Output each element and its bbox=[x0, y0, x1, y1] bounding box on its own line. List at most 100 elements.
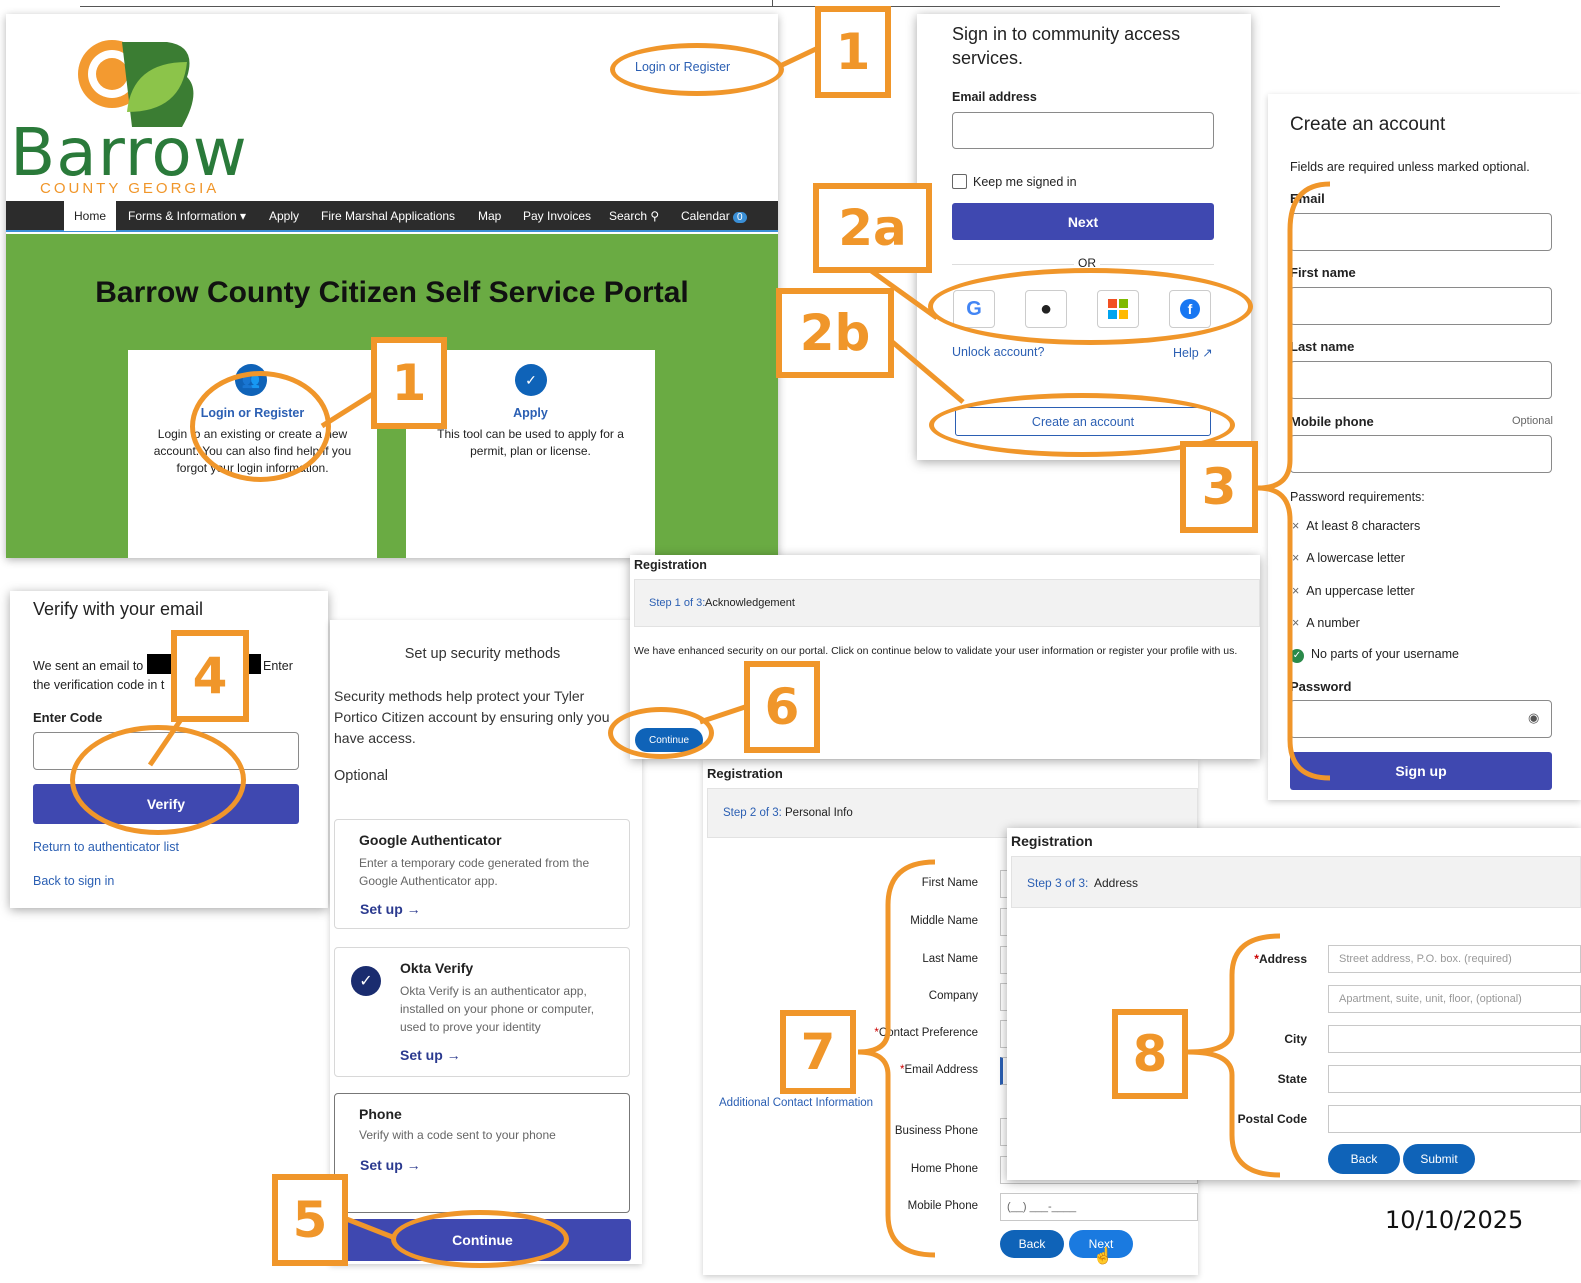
callout-4-label: 4 bbox=[192, 647, 228, 705]
calendar-badge: 0 bbox=[733, 212, 747, 223]
city-field[interactable] bbox=[1328, 1025, 1581, 1053]
optional-label: Optional bbox=[334, 768, 389, 784]
okta-setup-link[interactable]: Set up → bbox=[400, 1047, 461, 1063]
nav-map[interactable]: Map bbox=[478, 209, 501, 223]
arrow-right-icon: → bbox=[446, 1047, 461, 1063]
nav-search[interactable]: Search ⚲ bbox=[609, 209, 659, 223]
callout-2b-label: 2b bbox=[799, 304, 871, 362]
nav-fire-marshal[interactable]: Fire Marshal Applications bbox=[321, 209, 455, 223]
req-item: × A number bbox=[1292, 616, 1360, 630]
callout-2a-label: 2a bbox=[838, 199, 907, 257]
signin-email-field[interactable] bbox=[952, 112, 1214, 149]
ga-setup-link[interactable]: Set up → bbox=[360, 901, 421, 917]
create-mobile-label: Mobile phone bbox=[1290, 414, 1374, 429]
callout-8: 8 bbox=[1112, 1009, 1188, 1099]
callout-7: 7 bbox=[780, 1010, 856, 1094]
phone-desc: Verify with a code sent to your phone bbox=[359, 1128, 556, 1142]
create-optional-label: Optional bbox=[1512, 415, 1553, 427]
callout-2b: 2b bbox=[776, 288, 894, 378]
reg3-submit-label: Submit bbox=[1420, 1152, 1458, 1166]
page-date: 10/10/2025 bbox=[1385, 1206, 1524, 1234]
create-password-field[interactable] bbox=[1290, 700, 1552, 738]
nav-calendar[interactable]: Calendar 0 bbox=[681, 209, 747, 223]
req-text: A lowercase letter bbox=[1306, 551, 1405, 565]
ga-desc: Enter a temporary code generated from th… bbox=[359, 856, 590, 888]
keep-signed-checkbox[interactable] bbox=[952, 174, 967, 189]
create-last-field[interactable] bbox=[1290, 361, 1552, 399]
nav-apply[interactable]: Apply bbox=[269, 209, 299, 223]
enter-code-label: Enter Code bbox=[33, 710, 103, 725]
state-label: State bbox=[1277, 1072, 1307, 1086]
reg3-back-button[interactable]: Back bbox=[1328, 1144, 1400, 1174]
barrow-portal-panel: Barrow COUNTY GEORGIA Login or Register … bbox=[6, 14, 778, 558]
additional-contact-link[interactable]: Additional Contact Information bbox=[719, 1097, 873, 1109]
nav-home[interactable]: Home bbox=[64, 201, 116, 231]
create-mobile-field[interactable] bbox=[1290, 435, 1552, 473]
reg3-back-label: Back bbox=[1350, 1152, 1378, 1166]
callout-6: 6 bbox=[744, 661, 820, 753]
state-field[interactable] bbox=[1328, 1065, 1581, 1093]
back-to-signin-link[interactable]: Back to sign in bbox=[33, 874, 114, 888]
address-label: *Address bbox=[1212, 952, 1307, 966]
ga-setup-label: Set up bbox=[360, 901, 403, 917]
highlight-top-login bbox=[610, 43, 784, 96]
reg3-panel: Registration Step 3 of 3: Address *Addre… bbox=[1007, 828, 1581, 1180]
address2-field[interactable]: Apartment, suite, unit, floor, (optional… bbox=[1328, 985, 1581, 1013]
x-icon: × bbox=[1292, 584, 1300, 598]
security-desc: Security methods help protect your Tyler… bbox=[334, 688, 610, 746]
address-field[interactable]: Street address, P.O. box. (required) bbox=[1328, 945, 1581, 973]
create-first-label: First name bbox=[1290, 265, 1356, 280]
req-text: No parts of your username bbox=[1310, 647, 1459, 661]
mobile-phone-label: Mobile Phone bbox=[907, 1200, 978, 1212]
callout-1-card: 1 bbox=[371, 337, 447, 429]
create-email-field[interactable] bbox=[1290, 213, 1552, 251]
verify-sent-a: We sent an email to bbox=[33, 659, 144, 673]
postal-label: Postal Code bbox=[1237, 1112, 1307, 1126]
help-label: Help bbox=[1173, 346, 1199, 360]
create-email-label: Email bbox=[1290, 191, 1325, 206]
signin-title: Sign in to community access services. bbox=[952, 24, 1181, 68]
nav-pay-label: Pay Invoices bbox=[523, 209, 592, 223]
mobile-phone-field[interactable]: (__) ___-____ bbox=[1000, 1193, 1198, 1221]
callout-4: 4 bbox=[171, 630, 249, 722]
verify-sent-b: Enter bbox=[263, 659, 293, 673]
signin-next-button[interactable]: Next bbox=[952, 203, 1214, 240]
req-item: × An uppercase letter bbox=[1292, 584, 1415, 598]
reg3-submit-button[interactable]: Submit bbox=[1403, 1144, 1475, 1174]
return-authenticator-link[interactable]: Return to authenticator list bbox=[33, 840, 179, 854]
eye-icon[interactable]: ◉ bbox=[1528, 710, 1539, 726]
phone-setup-link[interactable]: Set up → bbox=[360, 1157, 421, 1173]
signup-label: Sign up bbox=[1395, 763, 1447, 779]
verify-sent-c: the verification code in t bbox=[33, 678, 165, 692]
unlock-link[interactable]: Unlock account? bbox=[952, 345, 1044, 359]
reg2-step-name: Personal Info bbox=[785, 807, 853, 819]
ga-title: Google Authenticator bbox=[359, 832, 502, 848]
phone-title: Phone bbox=[359, 1106, 402, 1122]
google-authenticator-card: Google Authenticator Enter a temporary c… bbox=[334, 819, 630, 929]
create-first-field[interactable] bbox=[1290, 287, 1552, 325]
reg3-step: Step 3 of 3: bbox=[1027, 876, 1089, 890]
nav-pay-invoices[interactable]: Pay Invoices bbox=[523, 209, 591, 223]
clipboard-icon: ✓ bbox=[515, 364, 547, 396]
highlight-continue bbox=[391, 1210, 569, 1268]
postal-field[interactable] bbox=[1328, 1105, 1581, 1133]
callout-7-label: 7 bbox=[800, 1023, 836, 1081]
req-text: A number bbox=[1306, 616, 1360, 630]
x-icon: × bbox=[1292, 551, 1300, 565]
arrow-right-icon: → bbox=[406, 1157, 421, 1173]
highlight-reg1-continue bbox=[608, 707, 714, 759]
check-icon: ✓ bbox=[1290, 649, 1304, 663]
req-item: ✓ No parts of your username bbox=[1290, 647, 1459, 663]
reg2-back-button[interactable]: Back bbox=[1000, 1230, 1064, 1258]
okta-desc: Okta Verify is an authenticator app, ins… bbox=[400, 984, 595, 1034]
nav-forms[interactable]: Forms & Information ▾ bbox=[128, 209, 246, 223]
security-panel: Set up security methods Security methods… bbox=[330, 620, 642, 1264]
verify-title: Verify with your email bbox=[33, 599, 204, 619]
reg2-heading: Registration bbox=[707, 766, 783, 781]
okta-setup-label: Set up bbox=[400, 1047, 443, 1063]
navbar: Home Forms & Information ▾ Apply Fire Ma… bbox=[6, 201, 778, 232]
callout-2a: 2a bbox=[813, 183, 932, 273]
signup-button[interactable]: Sign up bbox=[1290, 752, 1552, 790]
help-link[interactable]: Help ↗ bbox=[1173, 345, 1213, 360]
reg2-back-label: Back bbox=[1018, 1237, 1046, 1251]
